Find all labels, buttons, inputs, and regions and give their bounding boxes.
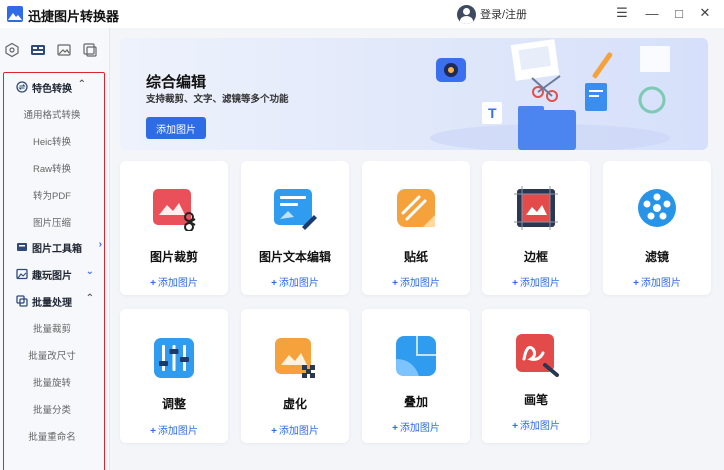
sidebar-section-label: 批量处理 bbox=[32, 297, 72, 309]
crop-icon bbox=[153, 189, 196, 231]
tool-card-filter[interactable]: 滤镜 + 添加图片 bbox=[603, 161, 711, 295]
tool-card-adjust[interactable]: 调整 + 添加图片 bbox=[120, 309, 228, 443]
maximize-button[interactable]: □ bbox=[668, 3, 690, 23]
sidebar-section-label: 图片工具箱 bbox=[32, 243, 82, 255]
sidebar-item-raw[interactable]: Raw转换 bbox=[0, 161, 104, 175]
add-image-link[interactable]: + 添加图片 bbox=[241, 422, 349, 437]
sidebar-item-general-convert[interactable]: 通用格式转换 bbox=[0, 107, 104, 121]
chevron-up-icon: ⌃ bbox=[85, 293, 94, 304]
convert-section-icon bbox=[16, 81, 28, 93]
sticker-icon bbox=[397, 189, 435, 227]
sidebar-item-batch-crop[interactable]: 批量裁剪 bbox=[0, 321, 104, 335]
add-image-link[interactable]: + 添加图片 bbox=[362, 419, 470, 434]
sidebar-section-fun[interactable]: 趣玩图片 ⌄ bbox=[16, 265, 94, 283]
tool-card-border[interactable]: 边框 + 添加图片 bbox=[482, 161, 590, 295]
tool-card-sticker[interactable]: 贴纸 + 添加图片 bbox=[362, 161, 470, 295]
tool-label: 图片裁剪 bbox=[149, 250, 198, 264]
app-title: 迅捷图片转换器 bbox=[28, 9, 120, 24]
add-image-link[interactable]: + 添加图片 bbox=[482, 417, 590, 432]
sidebar-item-to-pdf[interactable]: 转为PDF bbox=[0, 188, 104, 202]
tool-label: 图片文本编辑 bbox=[258, 250, 331, 264]
add-image-link[interactable]: + 添加图片 bbox=[362, 274, 470, 289]
tool-card-blur[interactable]: 虚化 + 添加图片 bbox=[241, 309, 349, 443]
banner-add-image-button[interactable]: 添加图片 bbox=[146, 117, 206, 139]
add-image-link[interactable]: + 添加图片 bbox=[120, 422, 228, 437]
adjust-icon bbox=[154, 338, 194, 378]
tool-card-brush[interactable]: 画笔 + 添加图片 bbox=[482, 309, 590, 443]
fun-section-icon bbox=[16, 268, 28, 280]
tool-label: 叠加 bbox=[403, 395, 428, 409]
sidebar-item-batch-classify[interactable]: 批量分类 bbox=[0, 402, 104, 416]
avatar-icon bbox=[457, 4, 476, 24]
app-logo-icon bbox=[7, 6, 23, 22]
sidebar-section-feature-convert[interactable]: 特色转换 ⌃ bbox=[16, 78, 86, 96]
text-edit-icon bbox=[274, 189, 317, 230]
sidebar-section-label: 趣玩图片 bbox=[32, 270, 72, 282]
tool-card-text-edit[interactable]: 图片文本编辑 + 添加图片 bbox=[241, 161, 349, 295]
sidebar-mode-tabs bbox=[0, 40, 110, 60]
sidebar-item-batch-rename[interactable]: 批量重命名 bbox=[0, 429, 104, 443]
menu-button[interactable]: ☰ bbox=[611, 3, 633, 23]
banner-illustration: T bbox=[430, 39, 670, 150]
close-button[interactable]: ✕ bbox=[694, 3, 716, 23]
sidebar: 特色转换 ⌃ 通用格式转换 Heic转换 Raw转换 转为PDF 图片压缩 图片… bbox=[0, 28, 110, 470]
toolbox-section-icon bbox=[17, 243, 27, 251]
sidebar-item-compress[interactable]: 图片压缩 bbox=[0, 215, 104, 229]
sidebar-item-heic[interactable]: Heic转换 bbox=[0, 134, 104, 148]
toolbox-mode-icon[interactable] bbox=[30, 42, 46, 58]
tool-card-crop[interactable]: 图片裁剪 + 添加图片 bbox=[120, 161, 228, 295]
tool-label: 虚化 bbox=[282, 397, 307, 411]
tool-label: 滤镜 bbox=[644, 250, 669, 264]
sidebar-section-label: 特色转换 bbox=[32, 83, 72, 95]
convert-mode-icon[interactable] bbox=[4, 42, 20, 58]
add-image-link[interactable]: + 添加图片 bbox=[603, 274, 711, 289]
tool-label: 贴纸 bbox=[403, 250, 428, 264]
sidebar-section-batch[interactable]: 批量处理 ⌃ bbox=[16, 292, 94, 310]
brush-icon bbox=[516, 334, 559, 377]
sidebar-section-toolbox[interactable]: 图片工具箱 › bbox=[16, 238, 102, 256]
banner-title: 综合编辑 bbox=[146, 74, 207, 91]
border-icon bbox=[514, 186, 558, 230]
title-bar: 迅捷图片转换器 登录/注册 ☰ — □ ✕ bbox=[0, 0, 724, 28]
image-mode-icon[interactable] bbox=[56, 42, 72, 58]
svg-text:T: T bbox=[488, 105, 497, 121]
tool-card-overlay[interactable]: 叠加 + 添加图片 bbox=[362, 309, 470, 443]
tool-label: 边框 bbox=[523, 250, 548, 264]
tool-label: 画笔 bbox=[523, 393, 548, 407]
chevron-right-icon: › bbox=[98, 239, 102, 250]
add-image-link[interactable]: + 添加图片 bbox=[482, 274, 590, 289]
batch-mode-icon[interactable] bbox=[82, 42, 98, 58]
blur-icon bbox=[275, 338, 315, 378]
sidebar-item-batch-resize[interactable]: 批量改尺寸 bbox=[0, 348, 104, 362]
sidebar-item-batch-rotate[interactable]: 批量旋转 bbox=[0, 375, 104, 389]
batch-section-icon bbox=[16, 295, 28, 307]
chevron-up-icon: ⌃ bbox=[77, 79, 86, 90]
minimize-button[interactable]: — bbox=[641, 3, 663, 23]
login-button[interactable]: 登录/注册 bbox=[457, 3, 527, 25]
comprehensive-edit-banner: 综合编辑 支持裁剪、文字、滤镜等多个功能 添加图片 T bbox=[120, 38, 708, 150]
chevron-down-icon: ⌄ bbox=[85, 266, 94, 277]
add-image-link[interactable]: + 添加图片 bbox=[120, 274, 228, 289]
add-image-link[interactable]: + 添加图片 bbox=[241, 274, 349, 289]
tool-label: 调整 bbox=[161, 397, 186, 411]
banner-subtitle: 支持裁剪、文字、滤镜等多个功能 bbox=[146, 94, 289, 105]
overlay-icon bbox=[396, 336, 436, 376]
login-label: 登录/注册 bbox=[480, 9, 528, 21]
filter-icon bbox=[638, 189, 676, 227]
